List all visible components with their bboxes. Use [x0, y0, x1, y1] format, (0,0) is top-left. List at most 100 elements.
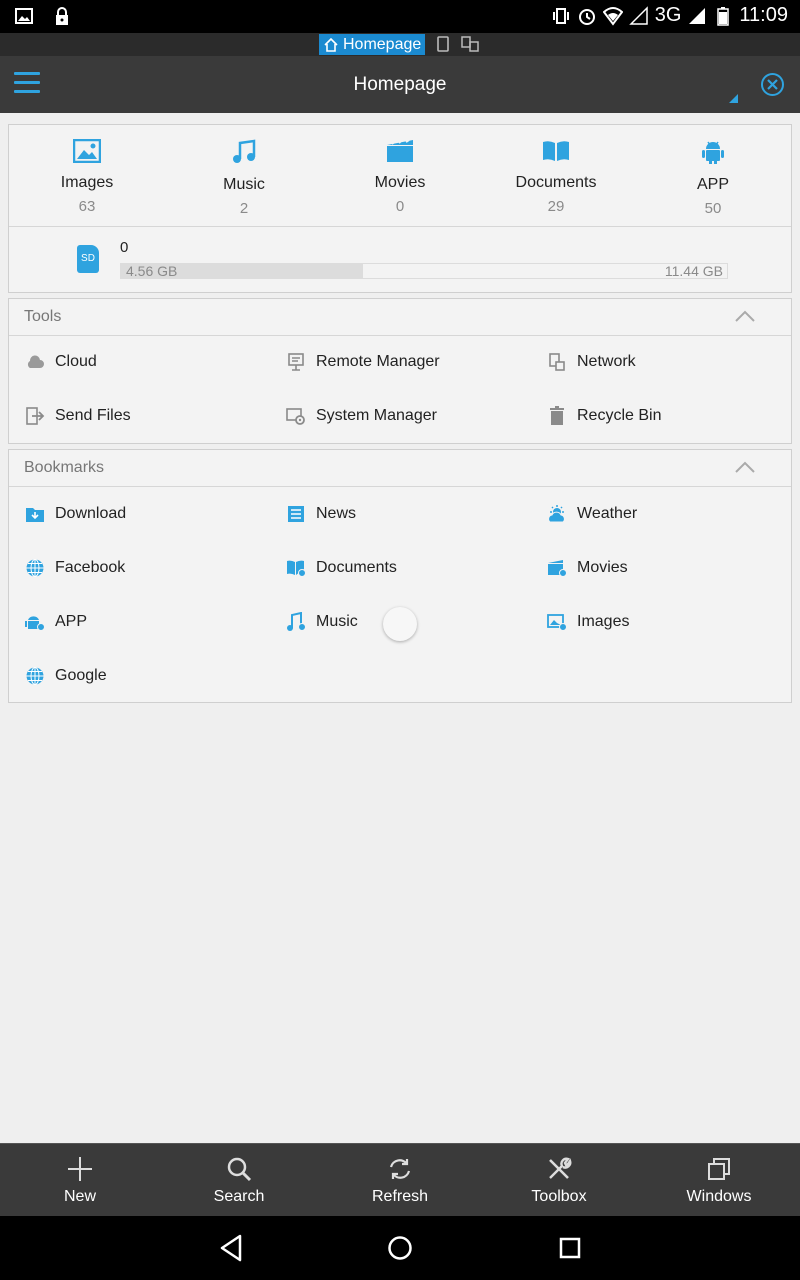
new-button[interactable]: New: [25, 1156, 135, 1206]
bookmark-google[interactable]: Google: [25, 661, 107, 691]
bookmarks-header[interactable]: Bookmarks: [9, 450, 791, 487]
bookmark-music[interactable]: Music: [286, 607, 358, 637]
chevron-up-icon[interactable]: [735, 310, 755, 322]
tool-recycle-bin[interactable]: Recycle Bin: [547, 401, 661, 431]
category-count: 50: [704, 200, 722, 217]
refresh-icon: [389, 1159, 411, 1179]
page-title: Homepage: [353, 74, 447, 95]
refresh-button[interactable]: Refresh: [345, 1156, 455, 1206]
tools-card: Tools Cloud Remote Manager Network Send …: [8, 298, 792, 444]
chevron-up-icon[interactable]: [735, 461, 755, 473]
bookmark-label: Facebook: [55, 559, 126, 576]
wifi-icon: [602, 6, 623, 26]
storage-usage-bar: 4.56 GB 11.44 GB: [120, 263, 728, 279]
category-label: Documents: [515, 174, 597, 191]
signal-icon: [628, 5, 648, 25]
close-circle-icon[interactable]: [760, 72, 785, 97]
windows-button[interactable]: Windows: [664, 1156, 774, 1206]
bookmark-movies[interactable]: Movies: [547, 553, 628, 583]
back-icon[interactable]: [219, 1234, 243, 1262]
category-images[interactable]: Images 63: [17, 138, 157, 215]
tab-label: Homepage: [343, 35, 422, 53]
network-icon: [549, 353, 565, 371]
tool-remote-manager[interactable]: Remote Manager: [286, 347, 440, 377]
bookmark-label: APP: [55, 613, 88, 630]
storage-sd[interactable]: SD 0 4.56 GB 11.44 GB: [9, 227, 791, 291]
lock-icon: [56, 7, 68, 25]
news-icon: [288, 506, 304, 522]
status-time: 11:09: [739, 4, 788, 26]
bookmark-documents[interactable]: Documents: [286, 553, 397, 583]
toolbox-button[interactable]: Toolbox: [504, 1156, 614, 1206]
bookmark-label: Movies: [577, 559, 628, 576]
window-tab-strip: Homepage: [0, 33, 800, 56]
system-manager-icon: [286, 408, 305, 425]
tool-label: System Manager: [316, 407, 437, 424]
home-circle-icon[interactable]: [387, 1234, 413, 1262]
remote-manager-icon: [288, 353, 304, 371]
category-label: Music: [223, 176, 265, 193]
dropdown-indicator[interactable]: [729, 94, 738, 103]
category-count: 29: [547, 198, 565, 215]
category-label: Movies: [374, 174, 426, 191]
storage-used: 4.56 GB: [126, 263, 178, 279]
tool-label: Recycle Bin: [577, 407, 662, 424]
bottom-toolbar: New Search Refresh Toolbox Windows: [0, 1143, 800, 1216]
bookmark-label: Documents: [316, 559, 397, 576]
search-icon: [227, 1157, 252, 1182]
documents-icon: [287, 560, 306, 577]
toolbar-label: Windows: [686, 1188, 752, 1205]
toolbar-label: Search: [213, 1188, 265, 1205]
storage-name: 0: [120, 239, 129, 256]
tool-system-manager[interactable]: System Manager: [286, 401, 437, 431]
tools-header[interactable]: Tools: [9, 299, 791, 336]
recents-icon[interactable]: [558, 1234, 582, 1262]
loading-indicator: [383, 607, 417, 641]
category-documents[interactable]: Documents 29: [486, 139, 626, 215]
image-icon: [15, 8, 33, 24]
send-files-icon: [26, 407, 45, 425]
tab-homepage[interactable]: Homepage: [319, 34, 426, 55]
library-card: Images 63 Music 2 Movies 0 Documents 29 …: [8, 124, 792, 293]
category-label: Images: [60, 174, 114, 191]
plus-icon: [68, 1157, 92, 1181]
globe-icon: [26, 667, 44, 685]
tool-send-files[interactable]: Send Files: [25, 401, 131, 431]
alarm-icon: [578, 8, 595, 25]
search-button[interactable]: Search: [184, 1156, 294, 1206]
devices-icon[interactable]: [461, 36, 479, 52]
tool-network[interactable]: Network: [547, 347, 636, 377]
music-icon: [287, 612, 306, 631]
music-icon: [233, 139, 256, 163]
category-music[interactable]: Music 2: [174, 139, 314, 217]
tool-label: Remote Manager: [316, 353, 440, 370]
bookmark-label: Music: [316, 613, 358, 630]
category-count: 63: [78, 198, 96, 215]
image-icon: [72, 138, 102, 164]
phone-icon[interactable]: [437, 36, 449, 52]
cloud-icon: [27, 355, 44, 368]
bookmark-images[interactable]: Images: [547, 607, 629, 637]
bookmark-download[interactable]: Download: [25, 499, 126, 529]
bookmark-news[interactable]: News: [286, 499, 356, 529]
app-icon: [25, 616, 45, 631]
home-icon: [324, 37, 338, 52]
tool-label: Cloud: [55, 353, 97, 370]
bookmark-app[interactable]: APP: [25, 607, 87, 637]
tool-label: Send Files: [55, 407, 131, 424]
bookmark-facebook[interactable]: Facebook: [25, 553, 125, 583]
bookmark-label: Download: [55, 505, 127, 522]
weather-icon: [548, 505, 565, 523]
battery-icon: [717, 6, 730, 26]
toolbar-label: Toolbox: [531, 1188, 587, 1205]
tools-icon: [549, 1157, 572, 1179]
bookmark-label: Weather: [577, 505, 638, 522]
trash-icon: [550, 406, 564, 425]
tool-cloud[interactable]: Cloud: [25, 347, 97, 377]
bookmark-weather[interactable]: Weather: [547, 499, 637, 529]
sd-card-icon: SD: [77, 245, 99, 273]
storage-total: 11.44 GB: [664, 263, 723, 279]
category-count: 2: [239, 200, 249, 217]
category-movies[interactable]: Movies 0: [330, 139, 470, 215]
category-app[interactable]: APP 50: [643, 139, 783, 217]
